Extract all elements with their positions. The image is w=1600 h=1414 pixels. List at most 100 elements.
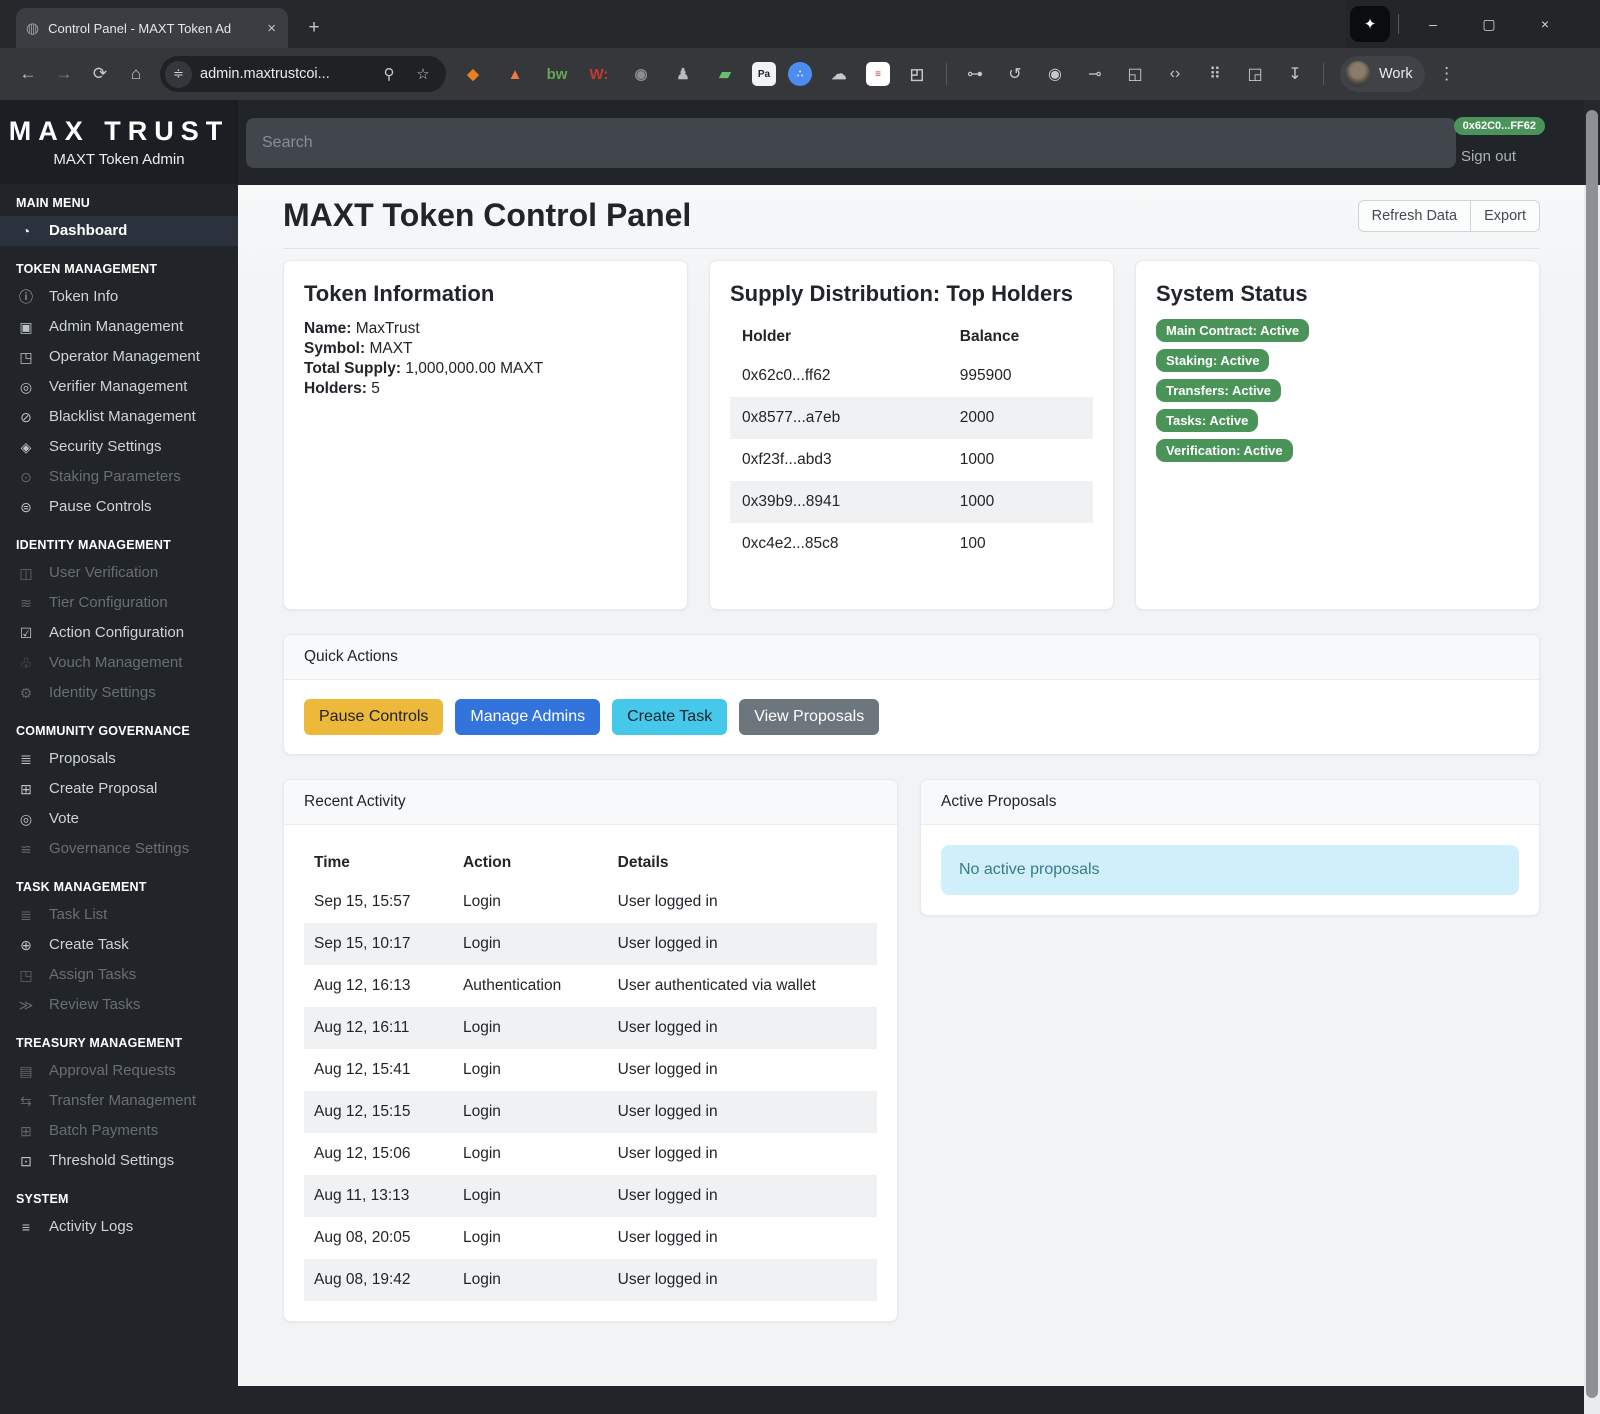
coin-icon: ⊙ xyxy=(20,469,32,485)
sidebar-item[interactable]: ⊡ Threshold Settings xyxy=(0,1146,238,1176)
sidebar-item[interactable]: ♧ Vouch Management xyxy=(0,648,238,678)
page-title: MAXT Token Control Panel xyxy=(283,197,692,233)
sidebar-item[interactable]: ≣ Proposals xyxy=(0,744,238,774)
share-icon[interactable]: ∴ xyxy=(788,62,812,86)
sparkle-button[interactable]: ✦ xyxy=(1350,6,1390,42)
wot-icon[interactable]: W: xyxy=(584,61,614,87)
bookmark-star-icon[interactable]: ☆ xyxy=(410,65,436,83)
quick-action-button[interactable]: Create Task xyxy=(612,699,728,735)
scrollbar[interactable] xyxy=(1584,100,1600,1414)
back-icon[interactable]: ← xyxy=(10,64,46,84)
token-info-field: Symbol: MAXT xyxy=(304,340,413,357)
sidebar-item-label: Vouch Management xyxy=(49,654,183,671)
forward-icon[interactable]: → xyxy=(46,64,82,84)
sidebar-item[interactable]: ◳ Operator Management xyxy=(0,342,238,372)
link-icon[interactable]: ⊸ xyxy=(1080,61,1110,87)
browser-tab[interactable]: ◍ Control Panel - MAXT Token Ad × xyxy=(16,8,288,48)
profile-label: Work xyxy=(1379,66,1413,82)
search-input[interactable] xyxy=(246,118,1456,168)
sidebar-item[interactable]: ⚙ Identity Settings xyxy=(0,678,238,708)
code-icon[interactable]: ‹› xyxy=(1160,61,1190,87)
sidebar-item[interactable]: ≋ Tier Configuration xyxy=(0,588,238,618)
target-icon[interactable]: ◉ xyxy=(626,61,656,87)
sidebar-item[interactable]: ⓘ Token Info xyxy=(0,282,238,312)
reload-icon[interactable]: ⟳ xyxy=(82,64,118,84)
sidebar-item[interactable]: ⊞ Batch Payments xyxy=(0,1116,238,1146)
sidebar-item[interactable]: ≣ Task List xyxy=(0,900,238,930)
export-button[interactable]: Export xyxy=(1470,199,1540,232)
table-row: 0x39b9...8941 1000 xyxy=(730,481,1093,523)
url-text: admin.maxtrustcoi... xyxy=(200,66,330,82)
metamask-icon[interactable]: ◆ xyxy=(458,61,488,87)
sidebar-item[interactable]: ◈ Security Settings xyxy=(0,432,238,462)
brand: MAX TRUST MAXT Token Admin xyxy=(0,100,238,184)
close-tab-icon[interactable]: × xyxy=(265,20,278,37)
sidebar-item-label: Dashboard xyxy=(49,222,128,239)
sidebar-item[interactable]: ▤ Approval Requests xyxy=(0,1056,238,1086)
divider xyxy=(1398,14,1399,34)
sidebar-item[interactable]: ◫ User Verification xyxy=(0,558,238,588)
sidebar-item[interactable]: ≌ Governance Settings xyxy=(0,834,238,864)
figure-icon[interactable]: ♟ xyxy=(668,61,698,87)
history-icon[interactable]: ↺ xyxy=(1000,61,1030,87)
activity-action: Login xyxy=(462,893,501,910)
home-icon[interactable]: ⌂ xyxy=(118,64,154,84)
extensions-puzzle-icon[interactable]: ◰ xyxy=(902,61,932,87)
new-tab-button[interactable]: + xyxy=(300,14,328,42)
profile-button[interactable]: Work xyxy=(1340,56,1425,92)
sidebar-item[interactable]: ⊘ Blacklist Management xyxy=(0,402,238,432)
quick-action-button[interactable]: Pause Controls xyxy=(304,699,444,735)
folder-icon[interactable]: ▰ xyxy=(710,61,740,87)
thumb-icon: ♧ xyxy=(19,655,33,671)
cloud-icon[interactable]: ☁ xyxy=(824,61,854,87)
sidebar-item[interactable]: ⇆ Transfer Management xyxy=(0,1086,238,1116)
quick-action-button[interactable]: Manage Admins xyxy=(455,699,601,735)
people-check-icon: ◫ xyxy=(19,565,33,581)
page-search-icon[interactable]: ◲ xyxy=(1240,61,1270,87)
password-icon[interactable]: Pa xyxy=(752,62,776,86)
notes-icon[interactable]: ≡ xyxy=(866,62,890,86)
sidebar-item-label: Blacklist Management xyxy=(49,408,196,425)
table-row: Aug 12, 15:41 Login User logged in xyxy=(304,1049,877,1091)
sidebar-item[interactable]: ◎ Vote xyxy=(0,804,238,834)
sidebar-item-label: Identity Settings xyxy=(49,684,156,701)
sidebar-item[interactable]: ⊜ Pause Controls xyxy=(0,492,238,522)
maximize-button[interactable]: ▢ xyxy=(1461,0,1517,48)
lighthouse-icon[interactable]: ▲ xyxy=(500,61,530,87)
sidebar-item[interactable]: ◎ Verifier Management xyxy=(0,372,238,402)
sign-out-link[interactable]: Sign out xyxy=(1461,148,1516,165)
section-label: COMMUNITY GOVERNANCE xyxy=(16,724,190,738)
column-header: Details xyxy=(617,854,669,871)
download-icon[interactable]: ↧ xyxy=(1280,61,1310,87)
devices-icon[interactable]: ◱ xyxy=(1120,61,1150,87)
bw-icon[interactable]: bw xyxy=(542,61,572,87)
column-header: Action xyxy=(462,854,512,871)
plus-square-icon: ⊞ xyxy=(20,781,32,797)
qr-code-icon[interactable]: ⠿ xyxy=(1200,61,1230,87)
card-title: System Status xyxy=(1156,281,1308,306)
menu-kebab-icon[interactable]: ⋮ xyxy=(1429,64,1465,84)
tab-strip: ◍ Control Panel - MAXT Token Ad × + ✦ – … xyxy=(0,0,1600,48)
sidebar-item[interactable]: ☑ Action Configuration xyxy=(0,618,238,648)
minimize-button[interactable]: – xyxy=(1405,0,1461,48)
sidebar-item[interactable]: ▣ Admin Management xyxy=(0,312,238,342)
zoom-icon[interactable]: ⚲ xyxy=(376,65,402,83)
sidebar-item[interactable]: ◳ Assign Tasks xyxy=(0,960,238,990)
scrollbar-thumb[interactable] xyxy=(1586,110,1598,1398)
sidebar-item[interactable]: ≡ Activity Logs xyxy=(0,1212,238,1242)
sidebar-item[interactable]: ≫ Review Tasks xyxy=(0,990,238,1020)
activity-time: Aug 12, 16:11 xyxy=(314,1019,410,1036)
holder-balance: 995900 xyxy=(959,367,1012,384)
address-bar[interactable]: ≑ admin.maxtrustcoi... ⚲ ☆ xyxy=(160,56,446,92)
sidebar-item[interactable]: ⊞ Create Proposal xyxy=(0,774,238,804)
privacy-icon[interactable]: ◉ xyxy=(1040,61,1070,87)
table-row: 0xf23f...abd3 1000 xyxy=(730,439,1093,481)
site-settings-icon[interactable]: ≑ xyxy=(165,60,192,88)
refresh-data-button[interactable]: Refresh Data xyxy=(1357,199,1471,232)
quick-action-button[interactable]: View Proposals xyxy=(739,699,880,735)
sidebar-item[interactable]: ⊙ Staking Parameters xyxy=(0,462,238,492)
sidebar-item[interactable]: ◔ Dashboard xyxy=(0,216,238,246)
key-icon[interactable]: ⊶ xyxy=(960,61,990,87)
sidebar-item[interactable]: ⊕ Create Task xyxy=(0,930,238,960)
close-button[interactable]: × xyxy=(1517,0,1573,48)
